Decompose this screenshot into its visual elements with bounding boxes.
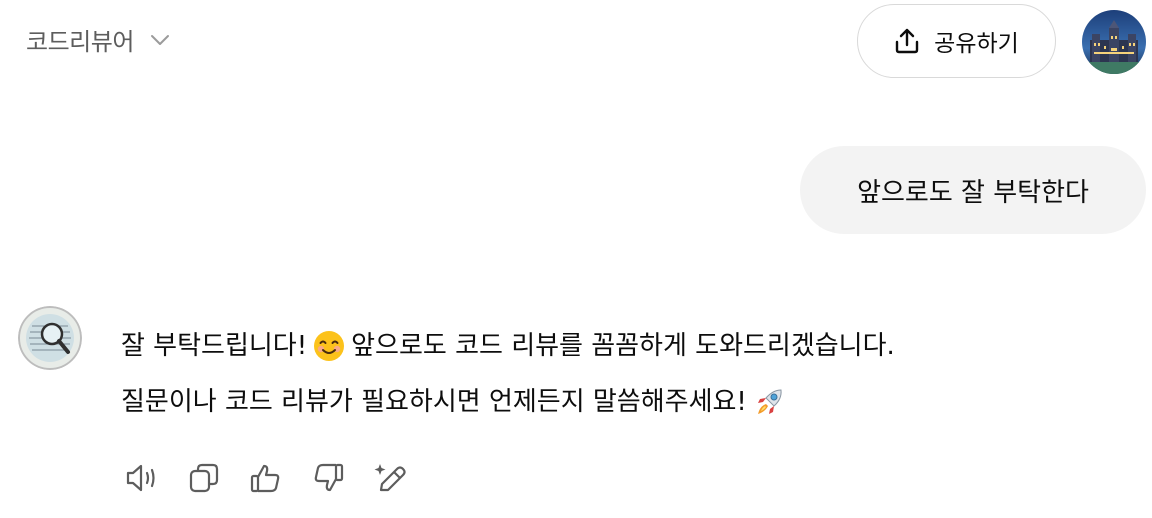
thumbs-up-icon[interactable]	[248, 458, 284, 498]
model-name: 코드리뷰어	[26, 28, 134, 56]
assistant-avatar	[18, 306, 82, 370]
smiling-face-emoji-icon	[313, 330, 345, 362]
assistant-message: 잘 부탁드립니다! 앞으로도 코드 리뷰를 꼼꼼하게 도와드리겠습니다. 질문이…	[121, 318, 1121, 430]
user-message-text: 앞으로도 잘 부탁한다	[857, 177, 1089, 208]
copy-icon[interactable]	[186, 458, 222, 498]
chevron-down-icon	[148, 28, 172, 52]
assistant-text-segment: 질문이나 코드 리뷰가 필요하시면 언제든지 말씀해주세요!	[121, 387, 747, 417]
message-actions	[124, 458, 408, 498]
share-label: 공유하기	[934, 31, 1019, 57]
profile-avatar[interactable]	[1082, 10, 1146, 74]
chat-page: 코드리뷰어 공유하기 앞으로도 잘 부탁한다 잘 부탁드립니다! 앞으로도 코드…	[0, 0, 1152, 518]
edit-sparkle-icon[interactable]	[372, 458, 408, 498]
rocket-emoji-icon	[753, 385, 787, 419]
assistant-message-line: 잘 부탁드립니다! 앞으로도 코드 리뷰를 꼼꼼하게 도와드리겠습니다.	[121, 318, 1121, 374]
share-button[interactable]: 공유하기	[857, 4, 1056, 78]
thumbs-down-icon[interactable]	[310, 458, 346, 498]
assistant-text-segment: 앞으로도 코드 리뷰를 꼼꼼하게 도와드리겠습니다.	[351, 331, 895, 361]
model-selector[interactable]: 코드리뷰어	[26, 22, 172, 57]
assistant-text-segment: 잘 부탁드립니다!	[121, 331, 308, 361]
user-message-bubble: 앞으로도 잘 부탁한다	[800, 146, 1146, 234]
assistant-message-line: 질문이나 코드 리뷰가 필요하시면 언제든지 말씀해주세요!	[121, 374, 1121, 430]
upload-icon	[894, 27, 920, 55]
read-aloud-icon[interactable]	[124, 458, 160, 498]
